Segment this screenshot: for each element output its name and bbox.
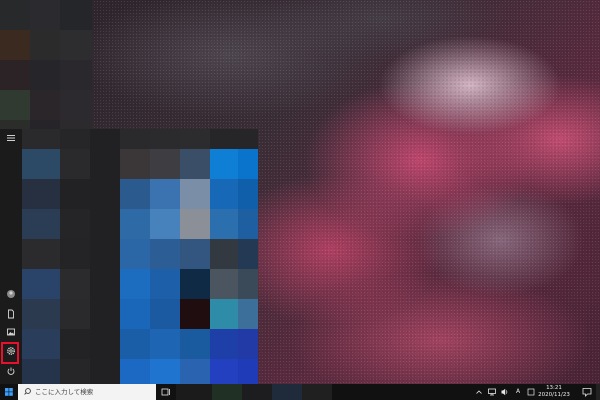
user-account-icon xyxy=(7,290,15,298)
windows-logo-icon xyxy=(5,388,13,396)
search-icon xyxy=(24,388,31,395)
chevron-up-icon xyxy=(476,390,482,394)
documents-icon xyxy=(8,309,14,319)
task-view-icon xyxy=(161,388,170,396)
taskbar-search-box[interactable]: ここに入力して検索 xyxy=(18,384,156,400)
desktop-screen: ここに入力して検索 A 13:21 2020/11/23 xyxy=(0,0,600,400)
start-menu-rail xyxy=(0,129,22,384)
network-button[interactable] xyxy=(487,384,497,400)
hamburger-menu-icon[interactable] xyxy=(3,133,19,149)
search-placeholder: ここに入力して検索 xyxy=(35,388,94,396)
tray-overflow-button[interactable] xyxy=(474,384,484,400)
user-account-icon[interactable] xyxy=(3,289,19,305)
taskbar-clock[interactable]: 13:21 2020/11/23 xyxy=(532,385,576,399)
settings-highlight-box xyxy=(1,342,19,364)
ime-indicator: A xyxy=(515,388,521,395)
pictures-icon xyxy=(7,328,15,336)
show-desktop-button[interactable] xyxy=(596,384,600,400)
ime-mode-button[interactable]: A xyxy=(513,384,523,400)
action-center-button[interactable] xyxy=(580,384,594,400)
taskbar: ここに入力して検索 A 13:21 2020/11/23 xyxy=(0,384,600,400)
documents-icon[interactable] xyxy=(3,309,19,325)
power-icon[interactable] xyxy=(3,366,19,382)
network-icon xyxy=(488,388,496,396)
clock-date: 2020/11/23 xyxy=(538,392,570,398)
volume-button[interactable] xyxy=(500,384,510,400)
power-icon xyxy=(7,367,15,375)
notification-icon xyxy=(582,388,592,397)
task-view-button[interactable] xyxy=(159,384,173,400)
speaker-icon xyxy=(501,388,508,396)
hamburger-menu-icon xyxy=(7,135,15,141)
pictures-icon[interactable] xyxy=(3,327,19,343)
clock-time: 13:21 xyxy=(546,385,562,391)
start-menu xyxy=(0,129,258,384)
start-button[interactable] xyxy=(0,384,18,400)
